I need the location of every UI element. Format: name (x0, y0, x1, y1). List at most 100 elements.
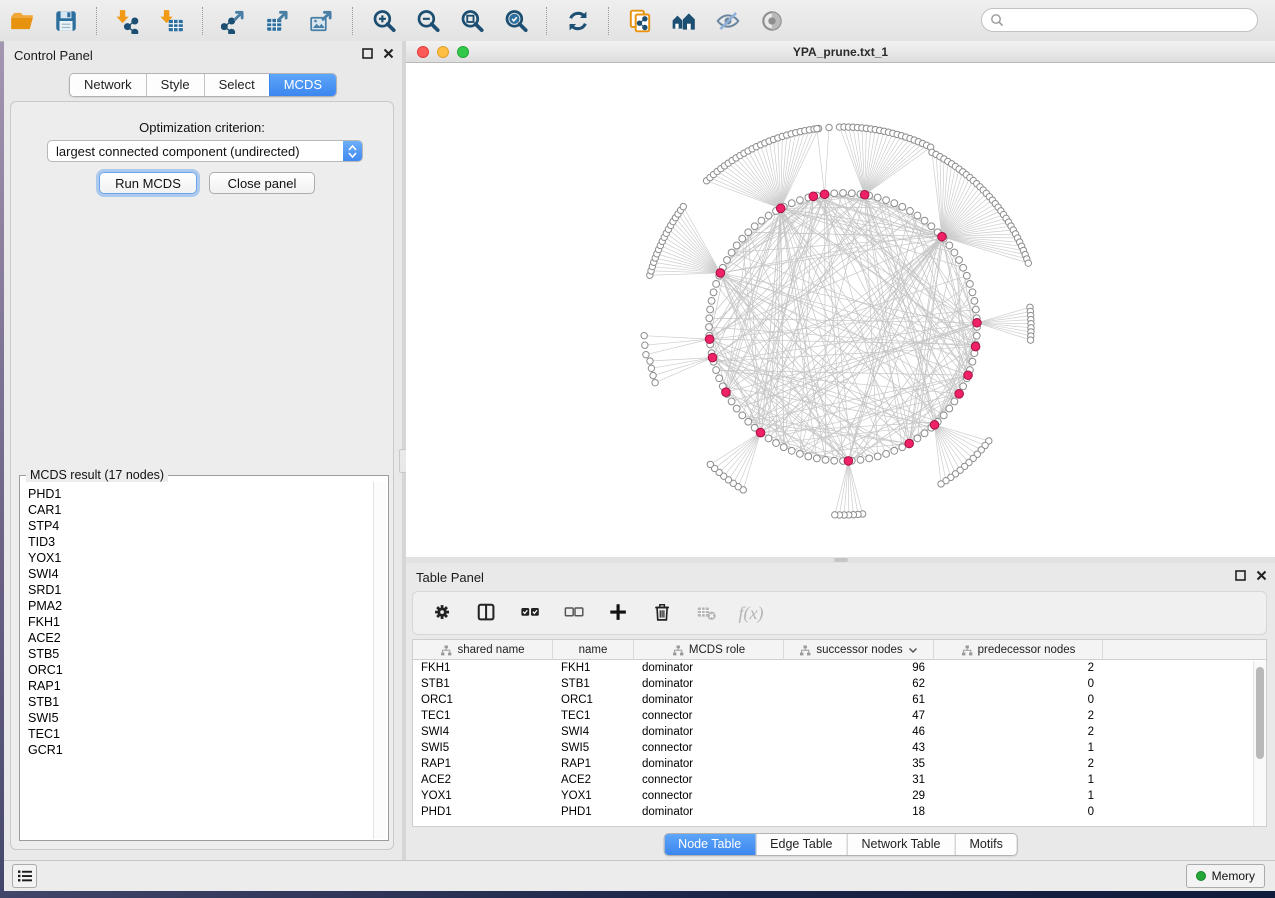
table-row[interactable]: RAP1RAP1dominator352 (413, 756, 1266, 772)
desktop-wallpaper: Control Panel NetworkStyleSelectMCDS Opt… (0, 0, 1275, 898)
optimization-criterion-select[interactable]: largest connected component (undirected) (47, 140, 363, 162)
open-file-icon[interactable] (7, 6, 37, 36)
mcds-result-node[interactable]: SRD1 (28, 582, 373, 598)
memory-button[interactable]: Memory (1186, 864, 1265, 888)
table-cell: 47 (784, 710, 934, 722)
table-row[interactable]: YOX1YOX1connector291 (413, 788, 1266, 804)
table-row[interactable]: FKH1FKH1dominator962 (413, 660, 1266, 676)
show-hidden-icon[interactable] (757, 6, 787, 36)
table-row[interactable]: ORC1ORC1dominator610 (413, 692, 1266, 708)
table-row[interactable]: SWI4SWI4dominator462 (413, 724, 1266, 740)
table-cell: TEC1 (553, 710, 634, 722)
table-cell: STB1 (413, 678, 553, 690)
splitter-grip[interactable] (834, 558, 848, 562)
close-panel-button[interactable]: Close panel (209, 172, 315, 194)
mcds-result-node[interactable]: YOX1 (28, 550, 373, 566)
table-cell: SWI5 (553, 742, 634, 754)
tab-motifs[interactable]: Motifs (954, 834, 1016, 855)
search-icon (990, 13, 1004, 27)
mcds-result-node[interactable]: STP4 (28, 518, 373, 534)
column-header-shared-name[interactable]: shared name (413, 640, 553, 660)
mcds-result-node[interactable]: PHD1 (28, 486, 373, 502)
tab-node-table[interactable]: Node Table (664, 834, 755, 855)
mcds-result-node[interactable]: FKH1 (28, 614, 373, 630)
table-row[interactable]: PHD1PHD1dominator180 (413, 804, 1266, 820)
search-input[interactable] (981, 8, 1258, 32)
mcds-result-node[interactable]: SWI4 (28, 566, 373, 582)
mcds-result-node[interactable]: STB5 (28, 646, 373, 662)
mcds-result-node[interactable]: TEC1 (28, 726, 373, 742)
column-panel-icon[interactable] (475, 601, 499, 625)
close-panel-icon[interactable] (383, 48, 394, 59)
table-cell: dominator (634, 694, 784, 706)
table-cell: YOX1 (413, 790, 553, 802)
status-bar: Memory (4, 860, 1275, 891)
save-session-icon[interactable] (51, 6, 81, 36)
zoom-in-icon[interactable] (369, 6, 399, 36)
mcds-result-node[interactable]: STB1 (28, 694, 373, 710)
select-all-icon[interactable] (519, 601, 543, 625)
mcds-result-node[interactable]: GCR1 (28, 742, 373, 758)
clone-network-icon[interactable] (625, 6, 655, 36)
network-window-title: YPA_prune.txt_1 (406, 45, 1275, 59)
table-scrollbar[interactable] (1253, 661, 1266, 826)
delete-column-icon[interactable] (651, 601, 675, 625)
mcds-result-node[interactable]: RAP1 (28, 678, 373, 694)
column-header-MCDS-role[interactable]: MCDS role (634, 640, 784, 660)
table-row[interactable]: ACE2ACE2connector311 (413, 772, 1266, 788)
mcds-result-node[interactable]: PMA2 (28, 598, 373, 614)
hide-selected-icon[interactable] (713, 6, 743, 36)
column-header-predecessor-nodes[interactable]: predecessor nodes (934, 640, 1103, 660)
import-table-icon[interactable] (157, 6, 187, 36)
select-stepper-icon (343, 140, 362, 162)
apply-layout-icon[interactable] (563, 6, 593, 36)
export-image-icon[interactable] (307, 6, 337, 36)
mcds-result-node[interactable]: CAR1 (28, 502, 373, 518)
export-network-icon[interactable] (219, 6, 249, 36)
tab-network[interactable]: Network (70, 74, 146, 96)
column-header-name[interactable]: name (553, 640, 634, 660)
zoom-selected-icon[interactable] (501, 6, 531, 36)
mcds-result-node[interactable]: SWI5 (28, 710, 373, 726)
table-cell: 2 (934, 662, 1103, 674)
zoom-out-icon[interactable] (413, 6, 443, 36)
tab-mcds[interactable]: MCDS (269, 74, 336, 96)
toolbar-separator (546, 7, 548, 35)
table-cell: 61 (784, 694, 934, 706)
tree-icon (440, 645, 452, 656)
import-network-icon[interactable] (113, 6, 143, 36)
tab-select[interactable]: Select (204, 74, 269, 96)
tree-icon (672, 645, 684, 656)
export-table-icon[interactable] (263, 6, 293, 36)
show-all-icon[interactable] (669, 6, 699, 36)
add-column-icon[interactable] (607, 601, 631, 625)
result-scrollbar[interactable] (373, 482, 387, 839)
zoom-fit-icon[interactable] (457, 6, 487, 36)
close-panel-icon[interactable] (1256, 570, 1267, 581)
table-row[interactable]: TEC1TEC1connector472 (413, 708, 1266, 724)
deselect-all-icon[interactable] (563, 601, 587, 625)
run-mcds-button[interactable]: Run MCDS (99, 172, 197, 194)
table-cell: connector (634, 774, 784, 786)
mcds-result-node[interactable]: TID3 (28, 534, 373, 550)
float-panel-icon[interactable] (1235, 570, 1246, 581)
mcds-result-list[interactable]: PHD1CAR1STP4TID3YOX1SWI4SRD1PMA2FKH1ACE2… (21, 482, 373, 839)
tab-style[interactable]: Style (146, 74, 204, 96)
table-cell: FKH1 (413, 662, 553, 674)
scrollbar-thumb[interactable] (1256, 667, 1264, 759)
table-cell: connector (634, 790, 784, 802)
table-row[interactable]: SWI5SWI5connector431 (413, 740, 1266, 756)
tab-network-table[interactable]: Network Table (847, 834, 955, 855)
table-panel-title: Table Panel (416, 570, 484, 585)
table-cell: PHD1 (413, 806, 553, 818)
mcds-result-node[interactable]: ORC1 (28, 662, 373, 678)
network-view-canvas[interactable] (406, 63, 1275, 557)
task-history-button[interactable] (12, 864, 37, 888)
column-header-successor-nodes[interactable]: successor nodes (784, 640, 934, 660)
list-icon (17, 869, 33, 883)
table-row[interactable]: STB1STB1dominator620 (413, 676, 1266, 692)
mcds-result-node[interactable]: ACE2 (28, 630, 373, 646)
tab-edge-table[interactable]: Edge Table (755, 834, 846, 855)
gear-icon[interactable] (431, 601, 455, 625)
float-panel-icon[interactable] (362, 48, 373, 59)
